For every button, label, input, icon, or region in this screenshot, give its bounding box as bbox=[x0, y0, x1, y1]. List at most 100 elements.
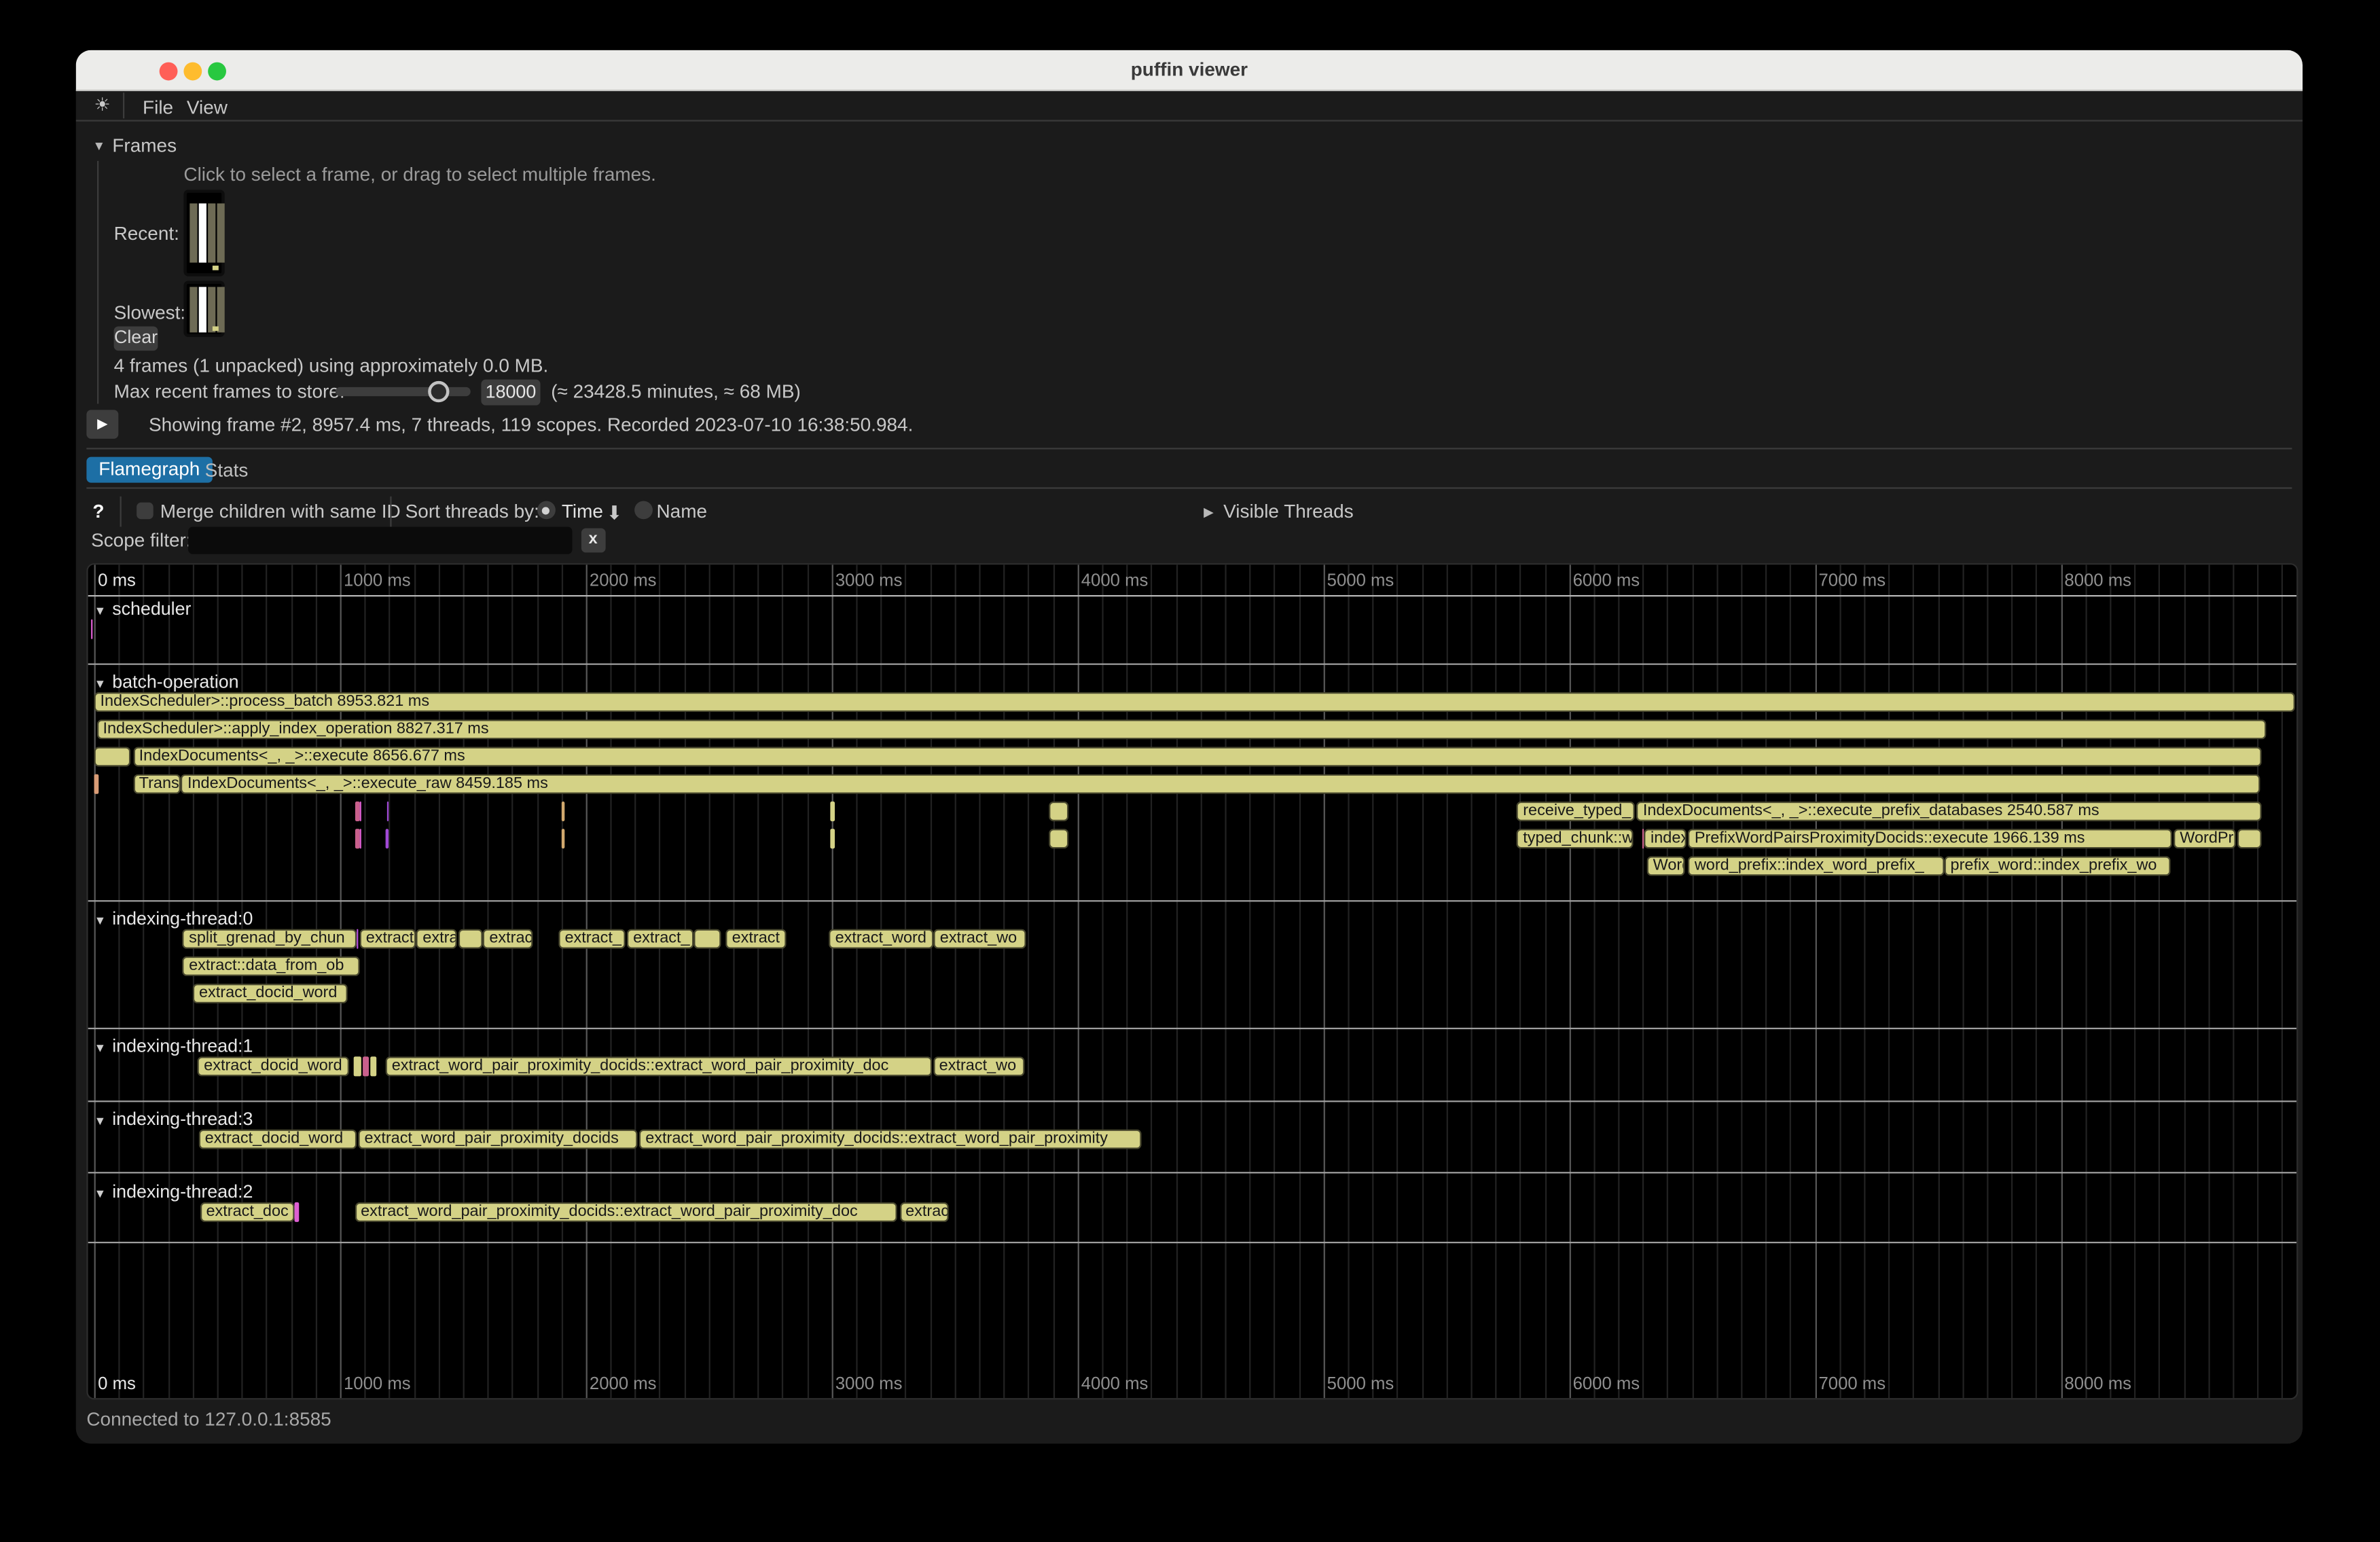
flamegraph-bar[interactable] bbox=[562, 829, 565, 848]
flamegraph-bar[interactable]: index bbox=[1644, 829, 1687, 848]
frame-thumbnail-bar[interactable] bbox=[198, 203, 206, 262]
flamegraph-bar[interactable]: receive_typed_ bbox=[1517, 802, 1635, 821]
flamegraph-bar[interactable] bbox=[2237, 829, 2261, 848]
theme-sun-icon[interactable]: ☀ bbox=[94, 94, 111, 115]
flamegraph-bar[interactable]: word_prefix::index_word_prefix_ bbox=[1689, 856, 1944, 876]
clear-filter-button[interactable]: x bbox=[581, 528, 605, 552]
flamegraph-bar[interactable]: extract_word_pair_proximity_docids::extr… bbox=[355, 1202, 897, 1222]
visible-threads-label[interactable]: Visible Threads bbox=[1223, 501, 1354, 522]
flamegraph-bar[interactable]: IndexDocuments<_, _>::execute_prefix_dat… bbox=[1637, 802, 2262, 821]
help-button[interactable]: ? bbox=[92, 501, 104, 522]
frame-thumbnail-bar[interactable] bbox=[189, 286, 196, 331]
flamegraph-bar[interactable] bbox=[386, 802, 389, 821]
flamegraph-bar[interactable] bbox=[92, 619, 93, 639]
thread-header[interactable]: ▼batch-operation bbox=[94, 671, 239, 692]
flamegraph-bar[interactable] bbox=[458, 929, 482, 949]
flamegraph-bar[interactable]: extract_ bbox=[559, 929, 626, 949]
thread-header[interactable]: ▼indexing-thread:1 bbox=[94, 1035, 253, 1056]
flamegraph-bar[interactable]: extract::data_from_ob bbox=[183, 956, 359, 976]
flamegraph-bar[interactable]: IndexDocuments<_, _>::execute 8656.677 m… bbox=[133, 747, 2261, 766]
frame-thumbnail-bar[interactable] bbox=[198, 286, 206, 331]
flamegraph-bar[interactable]: Trans bbox=[133, 774, 181, 794]
flamegraph-bar[interactable]: extrac bbox=[483, 929, 533, 949]
flamegraph-bar[interactable]: extract_word_pair_proximity_docids bbox=[359, 1130, 638, 1149]
frames-header[interactable]: Frames bbox=[112, 135, 177, 156]
frame-thumbnail-bar[interactable] bbox=[207, 203, 215, 262]
recent-frames-thumbnail[interactable] bbox=[183, 190, 224, 276]
flamegraph-bar[interactable] bbox=[363, 1056, 369, 1076]
flamegraph-bar[interactable]: extract_ bbox=[627, 929, 693, 949]
flamegraph-bar[interactable] bbox=[830, 829, 834, 848]
thread-header[interactable]: ▼indexing-thread:2 bbox=[94, 1181, 253, 1202]
flamegraph-bar[interactable] bbox=[355, 802, 359, 821]
flamegraph-bar[interactable]: Word bbox=[1647, 856, 1685, 876]
flamegraph-bar[interactable] bbox=[359, 802, 361, 821]
flamegraph-bar[interactable]: IndexScheduler>::apply_index_operation 8… bbox=[97, 719, 2267, 739]
flamegraph-bar[interactable] bbox=[1049, 829, 1068, 848]
slowest-frames-thumbnail[interactable] bbox=[183, 281, 224, 337]
flamegraph-bar[interactable]: extract bbox=[360, 929, 417, 949]
frame-thumbnail-bar[interactable] bbox=[216, 203, 223, 262]
flamegraph-bar[interactable] bbox=[94, 747, 131, 766]
thread-collapse-icon[interactable]: ▼ bbox=[94, 677, 107, 691]
flamegraph-bar[interactable]: prefix_word::index_prefix_wo bbox=[1945, 856, 2171, 876]
flamegraph-bar[interactable]: extra bbox=[416, 929, 456, 949]
thread-collapse-icon[interactable]: ▼ bbox=[94, 1041, 107, 1055]
visible-threads-expand-icon[interactable]: ▶ bbox=[1204, 504, 1214, 521]
flamegraph-bar[interactable]: typed_chunk::w bbox=[1517, 829, 1634, 848]
flamegraph-bar[interactable]: extract_docid_word bbox=[198, 1056, 349, 1076]
flamegraph-bar[interactable]: extract_word_pair_proximity_docids::extr… bbox=[386, 1056, 932, 1076]
flamegraph-bar[interactable]: extract_wo bbox=[934, 929, 1026, 949]
flamegraph-bar[interactable]: extract_docid_word bbox=[193, 984, 348, 1003]
tab-stats[interactable]: Stats bbox=[205, 460, 249, 481]
thread-collapse-icon[interactable]: ▼ bbox=[94, 604, 107, 617]
menu-view[interactable]: View bbox=[187, 96, 228, 118]
flamegraph-bar[interactable]: extract bbox=[726, 929, 787, 949]
frame-thumbnail-bar[interactable] bbox=[207, 286, 215, 331]
flamegraph-bar[interactable]: IndexScheduler>::process_batch 8953.821 … bbox=[94, 692, 2295, 712]
flamegraph-bar[interactable] bbox=[369, 1056, 376, 1076]
max-frames-slider-knob[interactable] bbox=[428, 381, 449, 402]
sort-direction-arrow-icon[interactable]: ⬇ bbox=[607, 501, 622, 524]
sort-time-radio[interactable] bbox=[537, 501, 555, 519]
frame-thumbnail-bar[interactable] bbox=[216, 286, 223, 331]
thread-collapse-icon[interactable]: ▼ bbox=[94, 914, 107, 927]
flamegraph-bar[interactable]: IndexDocuments<_, _>::execute_raw 8459.1… bbox=[181, 774, 2260, 794]
flamegraph-bar[interactable] bbox=[830, 802, 834, 821]
frames-collapse-icon[interactable]: ▼ bbox=[92, 138, 105, 153]
max-frames-slider[interactable] bbox=[336, 387, 471, 396]
play-button[interactable]: ▶ bbox=[86, 410, 118, 438]
tab-flamegraph[interactable]: Flamegraph bbox=[86, 456, 212, 483]
sort-name-radio[interactable] bbox=[634, 501, 652, 519]
max-frames-value[interactable]: 18000 bbox=[481, 380, 540, 405]
flamegraph-bar[interactable]: extrac bbox=[899, 1202, 949, 1222]
merge-children-checkbox[interactable] bbox=[136, 502, 153, 519]
thread-header[interactable]: ▼indexing-thread:3 bbox=[94, 1108, 253, 1129]
menu-file[interactable]: File bbox=[143, 96, 173, 118]
flamegraph-bar[interactable]: extract_doc bbox=[200, 1202, 295, 1222]
flamegraph-bar[interactable] bbox=[294, 1202, 299, 1222]
thread-collapse-icon[interactable]: ▼ bbox=[94, 1114, 107, 1128]
flamegraph-bar[interactable]: split_grenad_by_chun bbox=[183, 929, 356, 949]
flamegraph-bar[interactable] bbox=[1049, 802, 1068, 821]
flamegraph-bar[interactable] bbox=[355, 829, 359, 848]
flamegraph-bar[interactable]: PrefixWordPairsProximityDocids::execute … bbox=[1689, 829, 2172, 848]
flamegraph-canvas[interactable]: 0 ms1000 ms2000 ms3000 ms4000 ms5000 ms6… bbox=[86, 563, 2298, 1399]
clear-button[interactable]: Clear bbox=[114, 325, 158, 350]
flamegraph-bar[interactable] bbox=[354, 1056, 361, 1076]
sort-name-label[interactable]: Name bbox=[657, 501, 708, 522]
flamegraph-bar[interactable] bbox=[359, 829, 361, 848]
flamegraph-bar[interactable]: extract_word_pair_proximity_docids::extr… bbox=[639, 1130, 1142, 1149]
thread-header[interactable]: ▼scheduler bbox=[94, 598, 192, 619]
thread-collapse-icon[interactable]: ▼ bbox=[94, 1187, 107, 1201]
flamegraph-bar[interactable]: WordPr bbox=[2174, 829, 2235, 848]
flamegraph-bar[interactable]: extract_word bbox=[829, 929, 933, 949]
flamegraph-bar[interactable] bbox=[356, 929, 359, 949]
frame-thumbnail-bar[interactable] bbox=[189, 203, 196, 262]
flamegraph-bar[interactable] bbox=[562, 802, 565, 821]
flamegraph-bar[interactable] bbox=[694, 929, 721, 949]
flamegraph-bar[interactable]: extract_docid_word bbox=[199, 1130, 357, 1149]
thread-header[interactable]: ▼indexing-thread:0 bbox=[94, 908, 253, 929]
scope-filter-input[interactable] bbox=[188, 526, 572, 553]
sort-time-label[interactable]: Time bbox=[562, 501, 603, 522]
